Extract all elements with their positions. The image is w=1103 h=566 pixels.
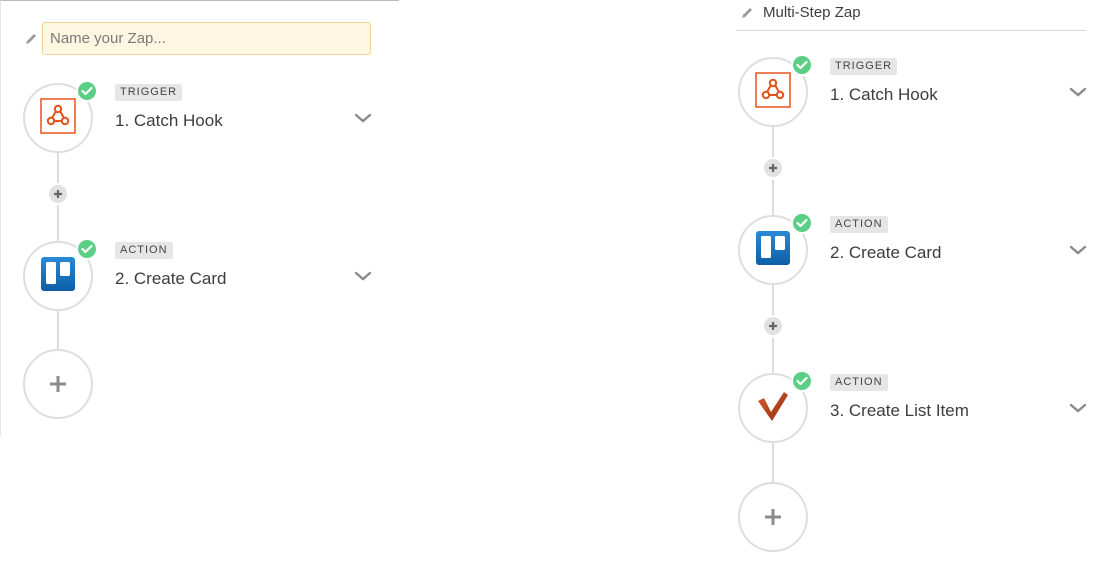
insert-step-button[interactable] — [762, 157, 784, 179]
insert-step-button[interactable] — [47, 183, 69, 205]
step-type-badge: ACTION — [115, 242, 173, 259]
webhook-icon — [40, 97, 76, 139]
step-title[interactable]: 1. Catch Hook — [115, 111, 223, 131]
step-title[interactable]: 2. Create Card — [830, 243, 942, 263]
step-connector — [57, 205, 59, 241]
insert-step-button[interactable] — [762, 315, 784, 337]
check-icon — [76, 80, 98, 102]
add-step-button[interactable] — [738, 482, 808, 552]
step-connector — [772, 338, 774, 374]
zap-step-action[interactable]: ACTION 3. Create List Item — [738, 370, 1088, 443]
step-title[interactable]: 1. Catch Hook — [830, 85, 938, 105]
step-connector — [57, 309, 59, 349]
zap-step-action[interactable]: ACTION 2. Create Card — [738, 212, 1088, 285]
chevron-down-icon[interactable] — [1068, 243, 1088, 257]
check-icon — [791, 212, 813, 234]
step-connector — [772, 442, 774, 482]
zap-title[interactable]: Multi-Step Zap — [763, 4, 861, 21]
step-type-badge: ACTION — [830, 216, 888, 233]
chevron-down-icon[interactable] — [1068, 401, 1088, 415]
trello-icon — [40, 256, 76, 297]
zap-step-trigger[interactable]: TRIGGER 1. Catch Hook — [738, 54, 1088, 127]
trello-icon — [755, 230, 791, 271]
check-icon — [76, 238, 98, 260]
zap-title-row[interactable]: Multi-Step Zap — [740, 4, 861, 21]
step-connector — [772, 284, 774, 316]
zap-step-action[interactable]: ACTION 2. Create Card — [23, 238, 373, 311]
zap-step-trigger[interactable]: TRIGGER 1. Catch Hook — [23, 80, 373, 153]
zap-name-input[interactable] — [42, 22, 371, 55]
step-connector — [772, 126, 774, 158]
step-type-badge: ACTION — [830, 374, 888, 391]
chevron-down-icon[interactable] — [353, 269, 373, 283]
wunderlist-icon — [755, 388, 791, 429]
step-connector — [57, 151, 59, 183]
step-title[interactable]: 2. Create Card — [115, 269, 227, 289]
chevron-down-icon[interactable] — [1068, 85, 1088, 99]
zap-editor-left: TRIGGER 1. Catch Hook ACTION 2. Create C… — [0, 0, 399, 436]
zap-editor-right: Multi-Step Zap TRIGGER 1. Catch Hook ACT… — [736, 0, 1103, 566]
pencil-icon — [740, 6, 754, 20]
divider — [736, 30, 1086, 31]
step-type-badge: TRIGGER — [115, 84, 183, 101]
step-connector — [772, 180, 774, 216]
add-step-button[interactable] — [23, 349, 93, 419]
step-type-badge: TRIGGER — [830, 58, 898, 75]
check-icon — [791, 54, 813, 76]
zap-name-row — [24, 22, 371, 55]
chevron-down-icon[interactable] — [353, 111, 373, 125]
check-icon — [791, 370, 813, 392]
step-title[interactable]: 3. Create List Item — [830, 401, 969, 421]
webhook-icon — [755, 71, 791, 113]
pencil-icon — [24, 32, 38, 46]
